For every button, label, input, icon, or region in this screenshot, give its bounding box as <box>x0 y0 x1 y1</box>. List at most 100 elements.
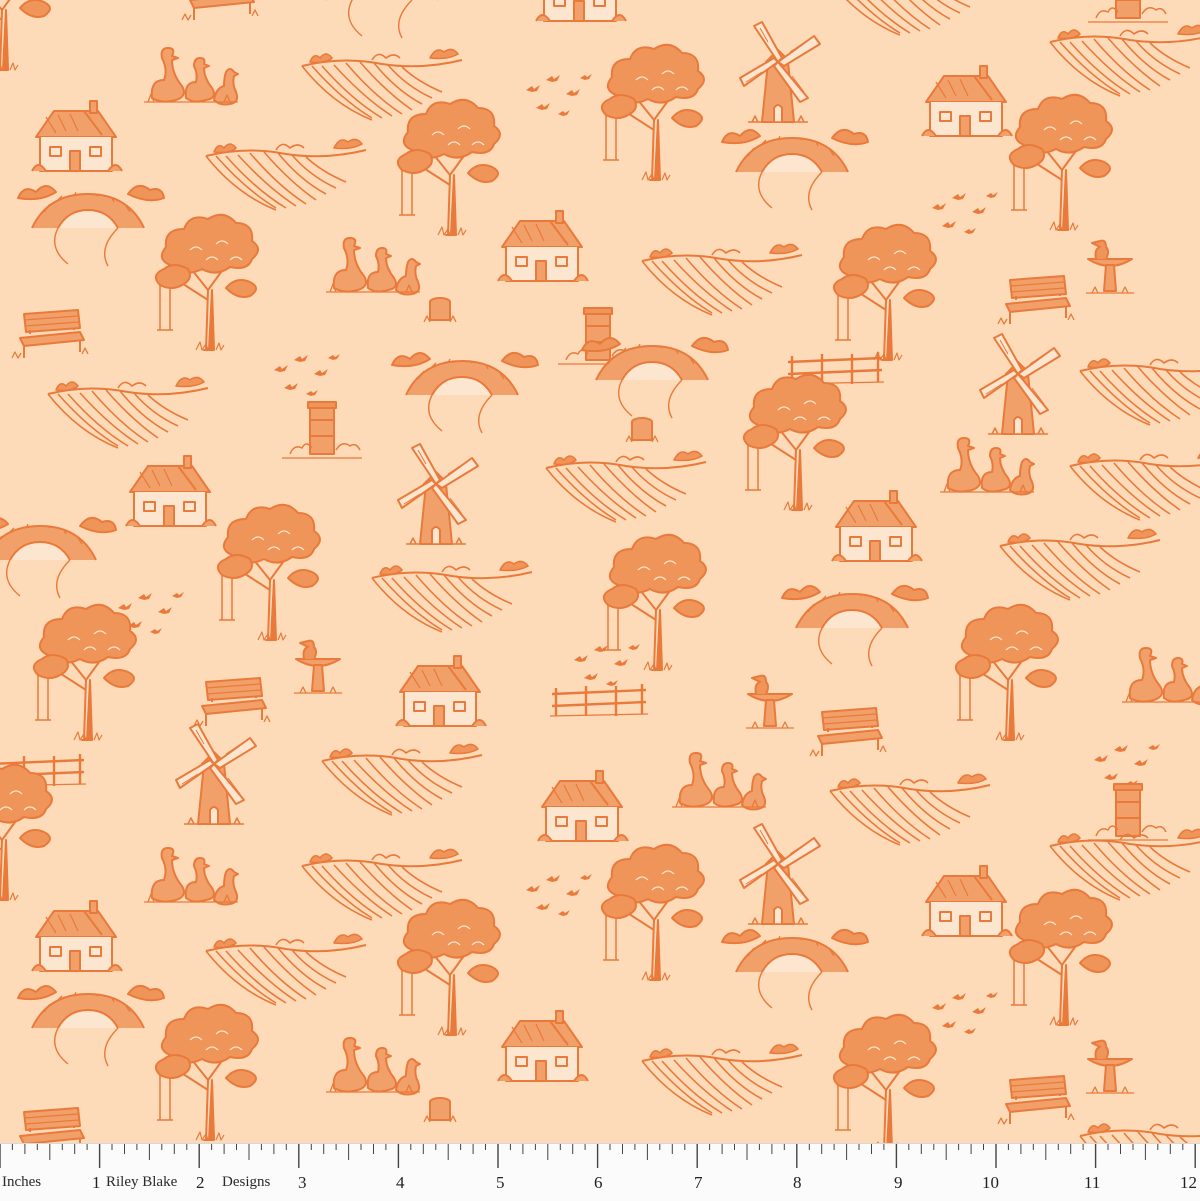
bench-motif <box>193 677 271 727</box>
field-motif <box>321 743 483 816</box>
birds-motif <box>932 992 998 1034</box>
bridge-motif <box>721 928 869 1011</box>
birdbath-motif <box>293 639 343 694</box>
tree-motif <box>32 603 138 741</box>
birds-motif <box>526 874 592 916</box>
geese-motif <box>325 237 421 296</box>
bridge-motif <box>17 184 165 267</box>
windmill-motif <box>397 443 479 545</box>
windmill-motif <box>739 823 821 925</box>
beehive-motif <box>1087 0 1169 23</box>
birds-motif <box>1094 744 1160 786</box>
fence-motif <box>548 682 650 718</box>
bridge-motif <box>0 516 117 599</box>
birds-motif <box>932 192 998 234</box>
ruler-number: 2 <box>196 1173 205 1192</box>
ruler-number: 7 <box>694 1173 703 1192</box>
bench-motif <box>997 275 1075 325</box>
field-motif <box>1079 353 1200 426</box>
tree-motif <box>832 1013 937 1143</box>
beehive-motif <box>281 401 363 459</box>
stump-motif <box>625 417 659 443</box>
bridge-motif <box>581 336 729 419</box>
tree-motif <box>216 503 321 641</box>
ruler-number: 3 <box>298 1173 307 1192</box>
field-motif <box>1069 448 1200 521</box>
field-motif <box>205 138 367 211</box>
birds-motif <box>274 354 340 396</box>
field-motif <box>205 933 367 1006</box>
tree-motif <box>0 763 54 901</box>
geese-motif <box>143 47 239 106</box>
tree-motif <box>154 213 259 351</box>
tree-motif <box>954 603 1059 741</box>
field-motif <box>829 773 991 846</box>
ruler-number: 8 <box>793 1173 802 1192</box>
field-motif <box>371 560 533 633</box>
cottage-motif <box>31 900 123 972</box>
cottage-motif <box>125 455 217 527</box>
tree-motif <box>602 533 707 671</box>
tree-motif <box>600 843 705 981</box>
cottage-motif <box>831 490 923 562</box>
bridge-motif <box>721 128 869 211</box>
tree-motif <box>1008 93 1113 231</box>
birdbath-motif <box>1085 1039 1135 1094</box>
cottage-motif <box>537 770 629 842</box>
geese-motif <box>671 752 767 811</box>
bench-motif <box>997 1075 1075 1125</box>
tree-motif <box>154 1003 259 1141</box>
ruler-number: 1 <box>92 1173 101 1192</box>
bench-motif <box>809 707 887 757</box>
tree-motif <box>600 43 705 181</box>
cottage-motif <box>497 210 589 282</box>
ruler-unit-label: Inches <box>2 1174 42 1190</box>
ruler-number: 9 <box>894 1173 903 1192</box>
beehive-motif <box>1087 783 1169 841</box>
cottage-motif <box>497 1010 589 1082</box>
ruler-number: 4 <box>396 1173 405 1192</box>
cottage-motif <box>395 655 487 727</box>
field-motif <box>641 1043 803 1116</box>
birds-motif <box>526 74 592 116</box>
bench-motif <box>181 0 259 21</box>
tree-motif <box>832 223 937 361</box>
bridge-motif <box>391 351 539 434</box>
geese-motif <box>939 437 1035 496</box>
bridge-motif <box>311 0 459 39</box>
bench-motif <box>11 1107 89 1143</box>
field-motif <box>545 450 707 523</box>
inch-ruler: Inches Riley Blake Designs 1 2 3 4 5 6 7… <box>0 1143 1200 1201</box>
fabric-pattern <box>0 0 1200 1143</box>
field-motif <box>1049 24 1200 97</box>
ruler-number: 10 <box>982 1173 999 1192</box>
birdbath-motif <box>1085 239 1135 294</box>
ruler-number: 6 <box>594 1173 603 1192</box>
birdbath-motif <box>745 674 795 729</box>
field-motif <box>641 243 803 316</box>
geese-motif <box>325 1037 421 1096</box>
tree-motif <box>742 373 847 511</box>
cottage-motif <box>31 100 123 172</box>
cottage-motif <box>535 0 627 22</box>
ruler-number: 11 <box>1084 1173 1101 1192</box>
tree-motif <box>0 0 54 72</box>
windmill-motif <box>175 723 257 825</box>
bridge-motif <box>17 984 165 1067</box>
windmill-motif <box>739 21 821 123</box>
brand-name: Riley Blake <box>106 1174 178 1190</box>
bench-motif <box>11 309 89 359</box>
field-motif <box>999 528 1161 601</box>
field-motif <box>47 376 209 449</box>
brand-suffix: Designs <box>222 1174 271 1190</box>
cottage-motif <box>921 65 1013 137</box>
field-motif <box>829 0 991 36</box>
ruler-number: 12 <box>1180 1173 1197 1192</box>
windmill-motif <box>979 333 1061 435</box>
ruler-number: 5 <box>496 1173 505 1192</box>
bridge-motif <box>781 584 929 667</box>
cottage-motif <box>921 865 1013 937</box>
geese-motif <box>1121 647 1200 706</box>
tree-motif <box>396 898 501 1036</box>
stump-motif <box>423 297 457 323</box>
